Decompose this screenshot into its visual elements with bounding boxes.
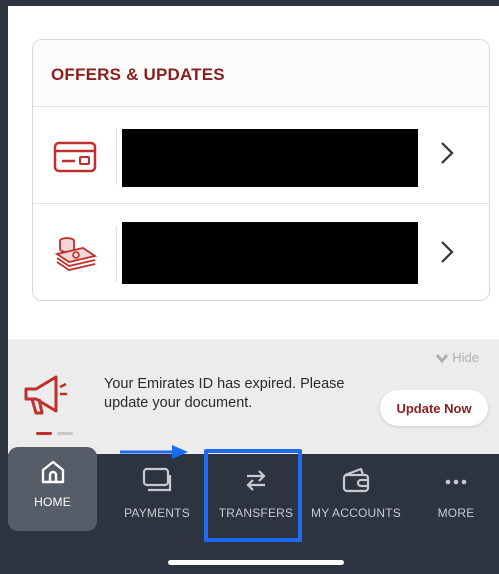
tab-home-label: HOME: [34, 495, 71, 509]
tab-payments-label: PAYMENTS: [124, 506, 190, 520]
tab-payments[interactable]: PAYMENTS: [112, 454, 202, 530]
tab-more[interactable]: MORE: [414, 454, 498, 530]
wallet-icon: [342, 467, 370, 493]
offer-item[interactable]: [33, 107, 489, 204]
offer-divider: [116, 129, 117, 185]
annotation-arrow-icon: [120, 445, 188, 459]
offer-divider: [116, 226, 117, 282]
tab-home[interactable]: HOME: [8, 447, 97, 531]
annotation-highlight-box: [204, 449, 302, 542]
redacted-offer-text: [122, 129, 418, 187]
offers-section: OFFERS & UPDATES: [8, 6, 499, 339]
home-icon: [41, 460, 64, 484]
tab-my-accounts[interactable]: MY ACCOUNTS: [306, 454, 406, 530]
notification-banner: Hide Your Emirates ID has expired. Pleas…: [8, 339, 499, 454]
payments-icon: [142, 467, 172, 492]
cash-stack-icon: [54, 237, 98, 271]
pager-dot: [57, 432, 73, 435]
offer-item[interactable]: [33, 204, 489, 300]
offers-header: OFFERS & UPDATES: [33, 40, 489, 107]
home-indicator: [168, 560, 344, 565]
megaphone-icon: [24, 375, 67, 415]
more-dots-icon: [445, 479, 467, 485]
update-now-button[interactable]: Update Now: [380, 390, 488, 426]
redacted-offer-text: [122, 222, 418, 284]
chevron-down-icon: [436, 353, 449, 363]
hide-button[interactable]: Hide: [436, 350, 479, 365]
chevron-right-icon[interactable]: [437, 238, 457, 266]
hide-label: Hide: [452, 350, 479, 365]
offers-card: OFFERS & UPDATES: [32, 39, 490, 301]
banner-message: Your Emirates ID has expired. Please upd…: [104, 376, 345, 411]
tab-my-accounts-label: MY ACCOUNTS: [311, 506, 401, 520]
tab-more-label: MORE: [437, 506, 475, 520]
chevron-right-icon[interactable]: [437, 139, 457, 167]
offers-title: OFFERS & UPDATES: [51, 65, 225, 84]
pager-dot-active: [36, 432, 52, 435]
credit-card-icon: [53, 141, 97, 173]
